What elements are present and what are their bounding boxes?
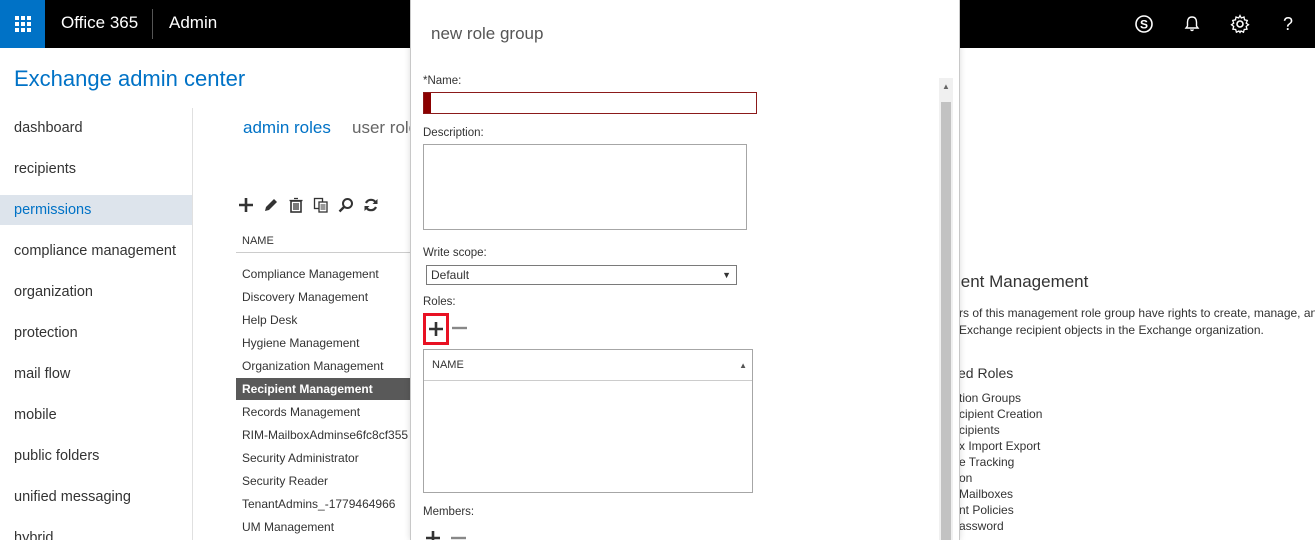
waffle-icon [14, 16, 31, 32]
nav-item-public-folders[interactable]: public folders [0, 441, 192, 471]
add-icon [426, 531, 440, 540]
roles-column-header[interactable]: NAME ▲ [424, 350, 752, 381]
description-input[interactable] [424, 145, 746, 229]
description-label: Description: [423, 127, 484, 139]
search-button[interactable] [336, 196, 355, 215]
nav-item-mobile[interactable]: mobile [0, 400, 192, 430]
edit-icon [264, 199, 277, 211]
list-item[interactable]: RIM-MailboxAdminse6fc8cf355 [236, 424, 411, 446]
write-scope-label: Write scope: [423, 247, 487, 259]
add-member-button[interactable] [425, 530, 441, 540]
assigned-role: on [959, 471, 973, 485]
assigned-role: assword [959, 519, 1004, 533]
brand-title[interactable]: Office 365 [61, 13, 138, 33]
list-item[interactable]: Records Management [236, 401, 411, 423]
nav-item-dashboard[interactable]: dashboard [0, 113, 192, 143]
list-item[interactable]: Security Reader [236, 470, 411, 492]
nav-item-recipients[interactable]: recipients [0, 154, 192, 184]
roles-table: NAME ▲ [423, 349, 753, 493]
new-role-group-dialog: new role group *Name: Description: Write… [410, 0, 960, 540]
gear-icon [1230, 14, 1250, 34]
add-icon [429, 322, 443, 336]
help-button[interactable]: ? [1276, 12, 1300, 36]
nav-item-unified-messaging[interactable]: unified messaging [0, 482, 192, 512]
brand-divider [152, 9, 153, 39]
assigned-role: cipient Creation [959, 407, 1043, 421]
members-label: Members: [423, 506, 475, 518]
details-pane: ient Management rs of this management ro… [940, 260, 1315, 540]
tab-admin-roles[interactable]: admin roles [243, 118, 331, 138]
write-scope-select[interactable]: Default ▼ [426, 265, 737, 285]
skype-button[interactable]: S [1132, 12, 1156, 36]
delete-button[interactable] [286, 196, 305, 215]
left-nav: dashboard recipients permissions complia… [0, 108, 193, 540]
remove-member-button[interactable] [451, 530, 467, 540]
required-error-marker [424, 93, 431, 113]
sort-ascending-icon: ▲ [739, 361, 747, 370]
name-label: *Name: [423, 75, 462, 87]
name-field[interactable] [423, 92, 757, 114]
list-item[interactable]: Compliance Management [236, 263, 411, 285]
assigned-role: e Tracking [959, 455, 1015, 469]
nav-item-protection[interactable]: protection [0, 318, 192, 348]
list-item[interactable]: TenantAdmins_-1779464966 [236, 493, 411, 515]
details-title: ient Management [957, 272, 1089, 291]
list-item[interactable]: Discovery Management [236, 286, 411, 308]
bell-icon [1184, 16, 1200, 32]
section-title[interactable]: Admin [169, 13, 217, 33]
assigned-role: cipients [959, 423, 1000, 437]
description-field[interactable] [423, 144, 747, 230]
minus-icon [451, 536, 466, 540]
add-role-button[interactable] [423, 313, 449, 345]
details-description-line2: Exchange recipient objects in the Exchan… [959, 323, 1264, 337]
copy-button[interactable] [311, 196, 330, 215]
remove-role-button[interactable] [451, 318, 467, 338]
search-icon [338, 198, 353, 213]
scrollbar-thumb[interactable] [941, 102, 951, 540]
roles-label: Roles: [423, 296, 456, 308]
list-item[interactable]: Security Administrator [236, 447, 411, 469]
nav-item-hybrid[interactable]: hybrid [0, 523, 192, 540]
nav-item-mail-flow[interactable]: mail flow [0, 359, 192, 389]
svg-text:S: S [1140, 18, 1148, 32]
minus-icon [451, 326, 467, 330]
nav-item-organization[interactable]: organization [0, 277, 192, 307]
assigned-role: x Import Export [959, 439, 1041, 453]
add-button[interactable] [236, 196, 255, 215]
list-item[interactable]: UM Management [236, 516, 411, 538]
app-launcher-button[interactable] [0, 0, 45, 48]
page-title: Exchange admin center [14, 66, 246, 91]
list-item[interactable]: Help Desk [236, 309, 411, 331]
assigned-roles-heading: ed Roles [958, 365, 1014, 381]
add-icon [238, 198, 253, 212]
dropdown-arrow-icon: ▼ [722, 270, 731, 280]
assigned-role: tion Groups [959, 391, 1022, 405]
assigned-role: nt Policies [959, 503, 1014, 517]
edit-button[interactable] [261, 196, 280, 215]
list-item[interactable]: Organization Management [236, 355, 411, 377]
list-item-selected[interactable]: Recipient Management [236, 378, 411, 400]
help-icon: ? [1282, 13, 1293, 34]
write-scope-value: Default [431, 268, 470, 282]
refresh-button[interactable] [361, 196, 380, 215]
name-input[interactable] [433, 94, 753, 112]
details-description-line1: rs of this management role group have ri… [959, 306, 1315, 320]
list-item[interactable]: Hygiene Management [236, 332, 411, 354]
nav-item-permissions[interactable]: permissions [0, 195, 192, 225]
list-header-name[interactable]: NAME [236, 229, 416, 253]
dialog-title: new role group [431, 24, 544, 43]
assigned-role: Mailboxes [959, 487, 1014, 501]
roles-column-header-label: NAME [432, 359, 464, 371]
notifications-button[interactable] [1180, 12, 1204, 36]
refresh-icon [364, 198, 377, 212]
copy-icon [313, 197, 328, 213]
dialog-scrollbar[interactable]: ▲ [939, 78, 953, 540]
scroll-up-arrow-icon[interactable]: ▲ [939, 78, 953, 94]
delete-icon [289, 197, 302, 213]
skype-icon: S [1135, 15, 1153, 33]
nav-item-compliance-management[interactable]: compliance management [0, 236, 192, 266]
list-toolbar [236, 194, 380, 216]
settings-button[interactable] [1228, 12, 1252, 36]
